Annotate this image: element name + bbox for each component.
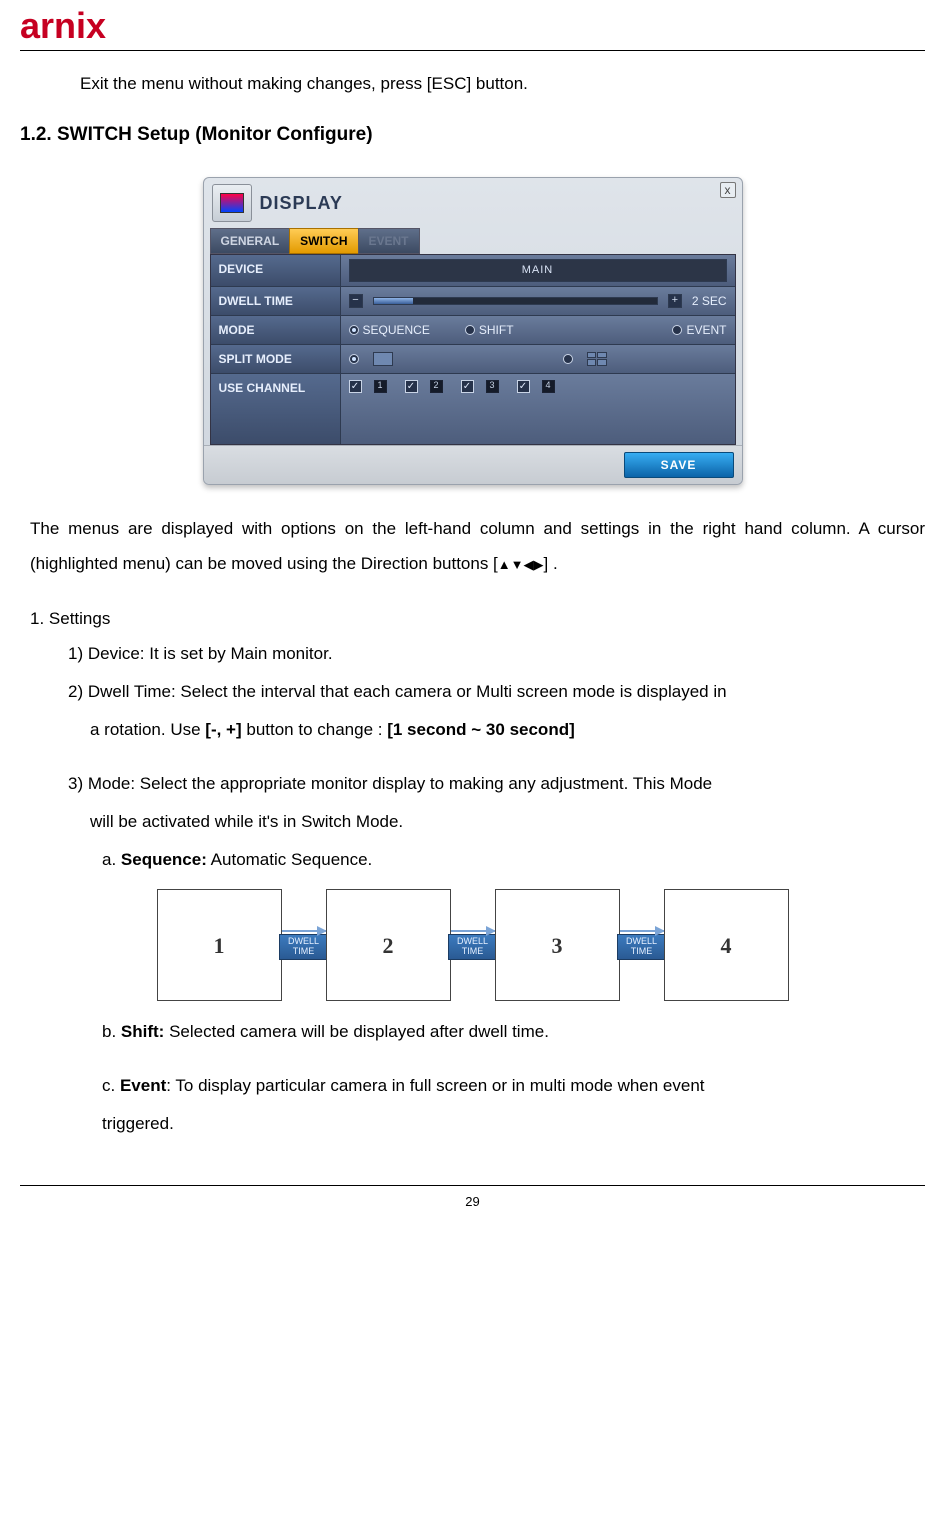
list-mode-line2: will be activated while it's in Switch M…: [90, 805, 925, 839]
panel-title: DISPLAY: [260, 190, 343, 217]
radio-shift[interactable]: [465, 325, 475, 335]
header-rule: [20, 50, 925, 51]
dwell-time-slider[interactable]: [373, 297, 658, 305]
dwell-minus-button[interactable]: −: [349, 294, 363, 308]
logo-text-svg: arnix: [20, 6, 106, 46]
label-split-mode: SPLIT MODE: [211, 345, 341, 373]
label-mode: MODE: [211, 316, 341, 344]
checkbox-ch1[interactable]: ✓: [349, 380, 362, 393]
device-dropdown[interactable]: MAIN: [349, 259, 727, 282]
label-use-channel: USE CHANNEL: [211, 374, 341, 444]
tab-switch[interactable]: SWITCH: [289, 228, 358, 254]
monitor-icon: [212, 184, 252, 222]
radio-sequence[interactable]: [349, 325, 359, 335]
label-dwell-time: DWELL TIME: [211, 287, 341, 315]
right-arrow-icon: ▶: [534, 551, 544, 578]
split-quad-icon: [587, 352, 607, 366]
list-settings: 1. Settings: [30, 606, 925, 632]
seq-arrow-1: DWELLTIME: [282, 930, 326, 960]
seq-arrow-3: DWELLTIME: [620, 930, 664, 960]
save-button[interactable]: SAVE: [624, 452, 734, 478]
list-device: 1) Device: It is set by Main monitor.: [68, 637, 925, 671]
dwell-plus-button[interactable]: +: [668, 294, 682, 308]
list-sequence: a. Sequence: Automatic Sequence.: [102, 843, 925, 877]
up-arrow-icon: ▲: [498, 551, 511, 578]
ch2-num: 2: [430, 380, 443, 393]
list-mode-line1: 3) Mode: Select the appropriate monitor …: [68, 767, 925, 801]
dwell-value: 2 SEC: [692, 292, 727, 310]
ch1-num: 1: [374, 380, 387, 393]
list-shift: b. Shift: Selected camera will be displa…: [102, 1015, 925, 1049]
seq-screen-2: 2: [326, 889, 451, 1001]
tab-event[interactable]: EVENT: [358, 228, 420, 254]
seq-screen-1: 1: [157, 889, 282, 1001]
close-icon[interactable]: x: [720, 182, 736, 198]
list-event-line1: c. Event: To display particular camera i…: [102, 1069, 925, 1103]
checkbox-ch2[interactable]: ✓: [405, 380, 418, 393]
intro-text: Exit the menu without making changes, pr…: [80, 71, 925, 97]
brand-logo: arnix: [20, 0, 925, 46]
display-settings-panel: DISPLAY x GENERAL SWITCH EVENT DEVICE MA…: [203, 177, 743, 485]
sequence-diagram: 1 DWELLTIME 2 DWELLTIME 3 DWELLTIME 4: [157, 889, 789, 1001]
section-heading: 1.2. SWITCH Setup (Monitor Configure): [20, 121, 925, 150]
radio-sequence-label: SEQUENCE: [363, 323, 430, 337]
list-event-line2: triggered.: [102, 1107, 925, 1141]
label-device: DEVICE: [211, 255, 341, 286]
checkbox-ch4[interactable]: ✓: [517, 380, 530, 393]
radio-event-label: EVENT: [686, 323, 726, 337]
description-paragraph: The menus are displayed with options on …: [30, 511, 925, 582]
left-arrow-icon: ◀: [524, 551, 534, 578]
list-dwell-line1: 2) Dwell Time: Select the interval that …: [68, 675, 925, 709]
checkbox-ch3[interactable]: ✓: [461, 380, 474, 393]
seq-screen-3: 3: [495, 889, 620, 1001]
seq-arrow-2: DWELLTIME: [451, 930, 495, 960]
ch3-num: 3: [486, 380, 499, 393]
radio-split-single[interactable]: [349, 354, 359, 364]
tab-general[interactable]: GENERAL: [210, 228, 291, 254]
radio-event[interactable]: [672, 325, 682, 335]
down-arrow-icon: ▼: [511, 551, 524, 578]
footer-rule: [20, 1185, 925, 1186]
seq-screen-4: 4: [664, 889, 789, 1001]
radio-split-quad[interactable]: [563, 354, 573, 364]
ch4-num: 4: [542, 380, 555, 393]
list-dwell-line2: a rotation. Use [-, +] button to change …: [90, 713, 925, 747]
direction-icons: ▲▼◀▶: [498, 551, 544, 578]
radio-shift-label: SHIFT: [479, 323, 514, 337]
split-single-icon: [373, 352, 393, 366]
page-number: 29: [20, 1192, 925, 1212]
